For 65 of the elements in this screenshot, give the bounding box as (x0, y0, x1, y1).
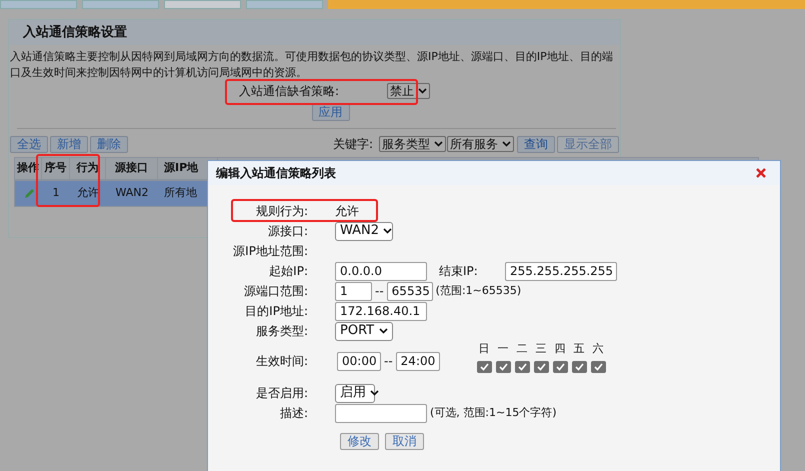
table-cell-text: 1 (52, 185, 60, 202)
field-label: 目的IP地址: (244, 303, 308, 319)
field-label: 生效时间: (254, 353, 308, 370)
caret-icon (370, 390, 379, 396)
default-policy-label: 入站通信缺省策略: (239, 83, 340, 100)
input-field[interactable] (335, 404, 427, 422)
table-cell-text: 所有地 (163, 185, 198, 202)
table-cell-text: 允许 (76, 185, 100, 202)
dialog-title: 编辑入站通信策略列表 (216, 165, 336, 182)
field-label: 源IP地址范围: (232, 243, 308, 259)
dialog-button[interactable]: 取消 (385, 433, 424, 450)
select-field[interactable]: PORT (335, 322, 393, 340)
input-field[interactable]: 1 (335, 282, 372, 300)
keyword-select[interactable]: 服务类型 (379, 136, 446, 152)
input-field[interactable]: 255.255.255.255 (505, 262, 617, 280)
weekday-label: 四 (554, 340, 567, 357)
field-label: 起始IP: (268, 263, 308, 279)
field-value: 允许 (335, 203, 359, 219)
weekday-label: 五 (572, 340, 586, 357)
input-field[interactable]: 65535 (386, 282, 433, 300)
field-label: 规则行为: (254, 203, 308, 219)
select-field[interactable]: WAN2 (335, 222, 393, 240)
weekday-label: 六 (592, 340, 605, 357)
input-field[interactable]: 00:00 (337, 352, 381, 370)
weekday-label: 二 (516, 340, 529, 357)
panel-title: 入站通信策略设置 (9, 20, 620, 45)
range-separator: -- (384, 353, 393, 370)
table-cell-text: WAN2 (114, 185, 150, 202)
checkbox[interactable] (534, 361, 549, 374)
weekday-label: 日 (478, 340, 491, 357)
weekday-label: 三 (534, 340, 548, 357)
field-label: 服务类型: (254, 323, 308, 339)
keyword-label: 关键字: (332, 136, 373, 153)
field-label: 是否启用: (254, 385, 308, 401)
field-label: 源接口: (266, 223, 308, 239)
checkbox[interactable] (514, 361, 530, 374)
checkbox[interactable] (496, 361, 511, 374)
column-header: 序号 (42, 158, 70, 179)
caret-icon (383, 228, 392, 234)
close-icon[interactable] (756, 168, 766, 178)
field-label: 描述: (278, 405, 308, 421)
input-field[interactable]: 0.0.0.0 (335, 262, 427, 280)
range-separator: -- (375, 283, 384, 299)
field-label: 结束IP: (439, 263, 479, 279)
input-field[interactable]: 24:00 (396, 352, 440, 370)
dialog-button[interactable]: 修改 (340, 433, 379, 450)
caret-icon (418, 88, 427, 94)
caret-icon (434, 141, 443, 147)
hint-text: (可选, 范围:1~15个字符) (430, 405, 556, 421)
checkbox[interactable] (552, 361, 568, 374)
description-text: 入站通信策略主要控制从因特网到局域网方向的数据流。可使用数据包的协议类型、源IP地址、源端口、目的IP地址、目的端口及生效时间来控制因特网中的计算机访问局域网中的资源。 (9, 49, 614, 81)
checkbox[interactable] (572, 361, 587, 374)
caret-icon (379, 328, 388, 334)
keyword-select[interactable]: 所有服务 (447, 136, 514, 152)
checkbox[interactable] (590, 361, 606, 374)
input-field[interactable]: 172.168.40.1 (335, 302, 427, 320)
checkbox[interactable] (476, 361, 492, 374)
policy-select[interactable]: 禁止 (387, 83, 430, 99)
field-label: 源端口范围: (242, 283, 308, 299)
table-row[interactable]: 1 允许 WAN2 所有地 (14, 180, 209, 207)
column-header: 源接口 (106, 158, 158, 179)
hint-text: (范围:1~65535) (436, 283, 522, 299)
weekday-label: 一 (496, 340, 510, 357)
caret-icon (502, 141, 511, 147)
column-header: 行为 (70, 158, 106, 179)
